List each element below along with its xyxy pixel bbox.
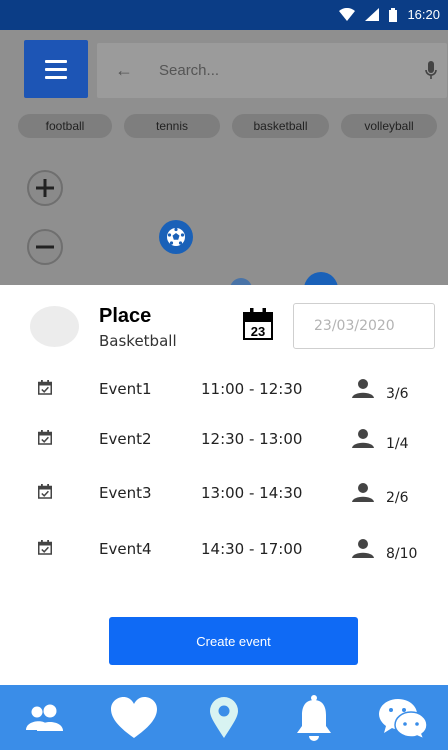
search-input[interactable]: Search...	[159, 62, 425, 79]
event-name: Event3	[99, 484, 152, 502]
map-marker-football[interactable]	[159, 220, 193, 254]
event-time: 11:00 - 12:30	[201, 380, 303, 398]
chip-basketball[interactable]: basketball	[232, 114, 329, 138]
nav-notifications[interactable]	[284, 688, 344, 748]
calendar-check-icon	[38, 484, 52, 499]
date-field[interactable]: 23/03/2020	[293, 303, 435, 349]
nav-chat[interactable]	[373, 688, 433, 748]
soccer-ball-icon	[167, 227, 185, 246]
search-bar[interactable]: ← Search...	[97, 43, 447, 98]
event-row[interactable]: Event4 14:30 - 17:00 8/10	[0, 539, 448, 580]
signal-icon	[365, 8, 380, 21]
event-row[interactable]: Event2 12:30 - 13:00 1/4	[0, 429, 448, 470]
person-icon	[352, 379, 374, 398]
bottom-navigation	[0, 685, 448, 750]
place-avatar	[30, 306, 79, 347]
people-icon	[25, 704, 63, 731]
event-participants: 3/6	[386, 386, 409, 402]
chip-tennis[interactable]: tennis	[124, 114, 220, 138]
nav-people[interactable]	[15, 688, 75, 748]
back-arrow-icon[interactable]: ←	[115, 60, 145, 81]
chip-volleyball[interactable]: volleyball	[341, 114, 437, 138]
nav-favorites[interactable]	[104, 688, 164, 748]
map-marker[interactable]	[304, 272, 338, 285]
event-participants: 1/4	[386, 436, 409, 452]
event-name: Event4	[99, 540, 152, 558]
status-time: 16:20	[407, 7, 440, 22]
person-icon	[352, 483, 374, 502]
hamburger-icon	[45, 59, 67, 63]
map-marker[interactable]	[230, 278, 252, 285]
calendar-day: 23	[251, 324, 265, 339]
event-name: Event1	[99, 380, 152, 398]
zoom-in-button[interactable]	[27, 170, 63, 206]
bell-icon	[296, 694, 331, 741]
map-view[interactable]: ← Search... football tennis basketball v…	[0, 30, 448, 285]
event-time: 13:00 - 14:30	[201, 484, 303, 502]
chat-bubbles-icon	[379, 698, 428, 739]
minus-icon	[36, 245, 54, 249]
location-pin-icon	[209, 696, 238, 738]
person-icon	[352, 429, 374, 448]
event-time: 14:30 - 17:00	[201, 540, 303, 558]
nav-location[interactable]	[194, 688, 254, 748]
event-participants: 8/10	[386, 546, 418, 562]
place-details-sheet: Place Basketball 23 23/03/2020 Event1 11…	[0, 285, 448, 685]
person-icon	[352, 539, 374, 558]
calendar-check-icon	[38, 380, 52, 395]
battery-icon	[389, 7, 398, 22]
place-name: Place	[99, 305, 152, 327]
plus-icon	[36, 179, 54, 197]
heart-icon	[111, 696, 158, 738]
calendar-check-icon	[38, 430, 52, 445]
create-event-button[interactable]: Create event	[109, 617, 358, 665]
event-participants: 2/6	[386, 490, 409, 506]
chip-football[interactable]: football	[18, 114, 112, 138]
event-row[interactable]: Event1 11:00 - 12:30 3/6	[0, 379, 448, 420]
event-row[interactable]: Event3 13:00 - 14:30 2/6	[0, 483, 448, 524]
status-bar: 16:20	[0, 0, 448, 30]
calendar-check-icon	[38, 540, 52, 555]
zoom-out-button[interactable]	[27, 229, 63, 265]
event-name: Event2	[99, 430, 152, 448]
wifi-icon	[339, 8, 356, 21]
calendar-icon[interactable]: 23	[243, 307, 273, 340]
sport-filter-chips: football tennis basketball volleyball	[18, 114, 437, 138]
event-time: 12:30 - 13:00	[201, 430, 303, 448]
menu-button[interactable]	[24, 40, 88, 98]
microphone-icon[interactable]	[425, 60, 437, 81]
place-sport: Basketball	[99, 332, 177, 350]
